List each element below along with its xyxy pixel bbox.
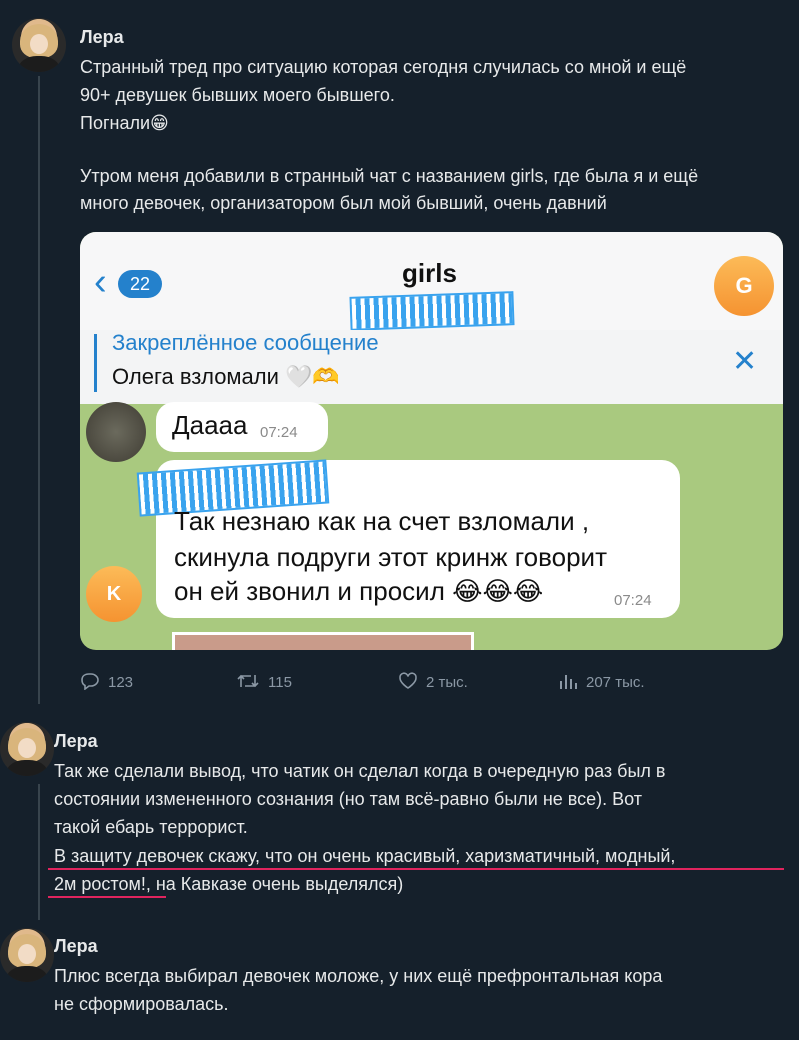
- like-count: 2 тыс.: [426, 673, 468, 691]
- chat-user-avatar: K: [86, 566, 142, 622]
- author-name[interactable]: Лера: [54, 731, 98, 752]
- thread-line-2: [38, 784, 40, 920]
- message-bubble: Так незнаю как на счет взломали , скинул…: [136, 459, 680, 618]
- tweet-text-line: Утром меня добавили в странный чат с наз…: [80, 166, 699, 186]
- message-text: он ей звонил и просил 😂😂😂: [174, 576, 544, 606]
- tweet-text-line: 90+ девушек бывших моего бывшего.: [80, 85, 395, 105]
- views-count: 207 тыс.: [586, 673, 645, 691]
- tweet-text-line: В защиту девочек скажу, что он очень кра…: [54, 846, 676, 866]
- tweet-text-line: не сформировалась.: [54, 994, 229, 1014]
- embedded-screenshot[interactable]: ‹ 22 girls G Закреплённое сообщение Олег…: [80, 232, 783, 650]
- redaction-scribble: [349, 291, 515, 331]
- tweet-text-line: Плюс всегда выбирал девочек моложе, у ни…: [54, 966, 663, 986]
- author-name[interactable]: Лера: [54, 936, 98, 957]
- message-text: Даааа: [172, 410, 248, 440]
- chat-title: girls: [402, 258, 457, 288]
- message-text: скинула подруги этот кринж говорит: [174, 542, 607, 572]
- heart-icon: [398, 672, 418, 694]
- retweet-button[interactable]: 115: [236, 672, 292, 694]
- unread-count-badge: 22: [118, 270, 162, 298]
- message-text: Так незнаю как на счет взломали ,: [174, 506, 590, 536]
- retweet-icon: [236, 672, 260, 694]
- media-thumbnail: [172, 632, 474, 650]
- tweet-text-line: такой ебарь террорист.: [54, 817, 248, 837]
- tweet-text-line: 2м ростом!, на Кавказе очень выделялся): [54, 874, 404, 894]
- tweet-text-line: много девочек, организатором был мой быв…: [80, 193, 607, 213]
- highlight-underline: [48, 896, 166, 898]
- thread-line-1: [38, 76, 40, 704]
- reply-button[interactable]: 123: [80, 672, 133, 694]
- reply-count: 123: [108, 673, 134, 691]
- pinned-bar: [94, 334, 97, 392]
- pinned-message: Закреплённое сообщение Олега взломали 🤍🫶…: [80, 330, 783, 404]
- tweet-text-line: Так же сделали вывод, что чатик он сдела…: [54, 761, 666, 781]
- author-name[interactable]: Лера: [80, 27, 124, 48]
- pinned-text: Олега взломали 🤍🫶: [112, 364, 340, 389]
- views-chart-icon: [558, 672, 578, 694]
- message-bubble: Даааа 07:24: [156, 402, 328, 452]
- back-chevron-icon[interactable]: ‹: [94, 263, 107, 301]
- close-icon: ✕: [732, 345, 758, 378]
- tweet-text-line: Странный тред про ситуацию которая сегод…: [80, 57, 687, 77]
- avatar[interactable]: [0, 722, 54, 776]
- telegram-header: ‹ 22 girls G: [80, 232, 783, 331]
- message-time: 07:24: [614, 592, 652, 609]
- retweet-count: 115: [268, 673, 292, 691]
- like-button[interactable]: 2 тыс.: [398, 672, 468, 694]
- pinned-title: Закреплённое сообщение: [112, 330, 379, 355]
- chat-avatar: G: [714, 256, 774, 316]
- message-time: 07:24: [260, 424, 298, 441]
- reply-icon: [80, 672, 100, 694]
- tweet-text-line: состоянии измененного сознания (но там в…: [54, 789, 643, 809]
- views-button[interactable]: 207 тыс.: [558, 672, 645, 694]
- tweet-text-line: Погнали😁: [80, 113, 169, 133]
- avatar[interactable]: [0, 928, 54, 982]
- chat-user-avatar: [86, 402, 146, 462]
- avatar[interactable]: [12, 18, 66, 72]
